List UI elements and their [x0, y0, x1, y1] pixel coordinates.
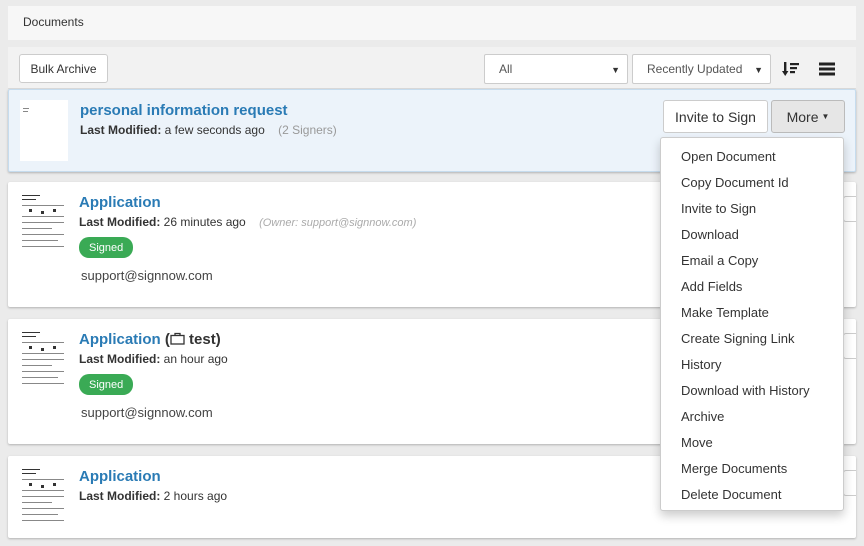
document-title-link[interactable]: Application: [79, 194, 161, 211]
briefcase-icon: [170, 332, 185, 345]
page-title: Documents: [23, 15, 84, 29]
document-title: Application ( test): [79, 331, 221, 348]
more-dropdown-menu: Open Document Copy Document Id Invite to…: [660, 137, 844, 511]
menu-item-archive[interactable]: Archive: [661, 403, 843, 429]
last-modified-label: Last Modified:: [79, 215, 161, 229]
signer-email: support@signnow.com: [81, 268, 213, 283]
folder-name[interactable]: test): [189, 331, 221, 348]
menu-item-move[interactable]: Move: [661, 429, 843, 455]
document-meta: Last Modified: a few seconds ago (2 Sign…: [80, 123, 337, 137]
status-badge: Signed: [79, 374, 134, 395]
menu-item-delete-document[interactable]: Delete Document: [661, 481, 843, 507]
last-modified-label: Last Modified:: [79, 352, 161, 366]
last-modified-value: an hour ago: [163, 352, 228, 366]
document-thumbnail[interactable]: [19, 192, 67, 252]
menu-item-copy-document-id[interactable]: Copy Document Id: [661, 169, 843, 195]
menu-item-create-signing-link[interactable]: Create Signing Link: [661, 325, 843, 351]
last-modified-label: Last Modified:: [80, 123, 162, 137]
documents-toolbar: Bulk Archive All ▼ Recently Updated ▼: [8, 47, 856, 89]
menu-item-add-fields[interactable]: Add Fields: [661, 273, 843, 299]
more-button[interactable]: More ▼: [771, 100, 845, 133]
signers-count: (2 Signers): [278, 123, 337, 137]
document-thumbnail[interactable]: [19, 329, 67, 389]
document-meta: Last Modified: an hour ago: [79, 352, 228, 366]
menu-item-open-document[interactable]: Open Document: [661, 143, 843, 169]
signer-email: support@signnow.com: [81, 405, 213, 420]
document-title-link[interactable]: Application: [79, 331, 161, 348]
last-modified-value: 26 minutes ago: [163, 215, 246, 229]
document-title-link[interactable]: personal information request: [80, 102, 288, 119]
invite-to-sign-button[interactable]: Invite to Sign: [663, 100, 768, 133]
filter-select-value: All: [499, 62, 513, 76]
document-thumbnail[interactable]: [20, 100, 68, 161]
menu-item-make-template[interactable]: Make Template: [661, 299, 843, 325]
document-thumbnail[interactable]: [19, 466, 67, 526]
last-modified-value: a few seconds ago: [164, 123, 265, 137]
menu-item-download-with-history[interactable]: Download with History: [661, 377, 843, 403]
document-owner: (Owner: support@signnow.com): [259, 217, 417, 229]
document-meta: Last Modified: 2 hours ago: [79, 489, 227, 503]
menu-item-history[interactable]: History: [661, 351, 843, 377]
menu-item-invite-to-sign[interactable]: Invite to Sign: [661, 195, 843, 221]
bulk-archive-button[interactable]: Bulk Archive: [19, 54, 108, 83]
row-action-button[interactable]: [843, 196, 856, 222]
document-meta: Last Modified: 26 minutes ago (Owner: su…: [79, 215, 416, 229]
last-modified-value: 2 hours ago: [163, 489, 228, 503]
row-action-button[interactable]: [843, 333, 856, 359]
caret-down-icon: ▼: [821, 112, 830, 121]
menu-item-download[interactable]: Download: [661, 221, 843, 247]
caret-down-icon: ▼: [754, 65, 763, 75]
page-header: Documents: [8, 6, 856, 40]
caret-down-icon: ▼: [611, 65, 620, 75]
document-title-link[interactable]: Application: [79, 468, 161, 485]
last-modified-label: Last Modified:: [79, 489, 161, 503]
menu-item-email-a-copy[interactable]: Email a Copy: [661, 247, 843, 273]
list-view-icon[interactable]: [818, 62, 836, 76]
status-badge: Signed: [79, 237, 134, 258]
menu-item-merge-documents[interactable]: Merge Documents: [661, 455, 843, 481]
sort-descending-icon[interactable]: [782, 61, 800, 77]
row-action-button[interactable]: [843, 470, 856, 496]
more-button-label: More: [786, 108, 819, 125]
sort-select-value: Recently Updated: [647, 62, 743, 76]
filter-select[interactable]: All ▼: [484, 54, 628, 84]
sort-select[interactable]: Recently Updated ▼: [632, 54, 771, 84]
